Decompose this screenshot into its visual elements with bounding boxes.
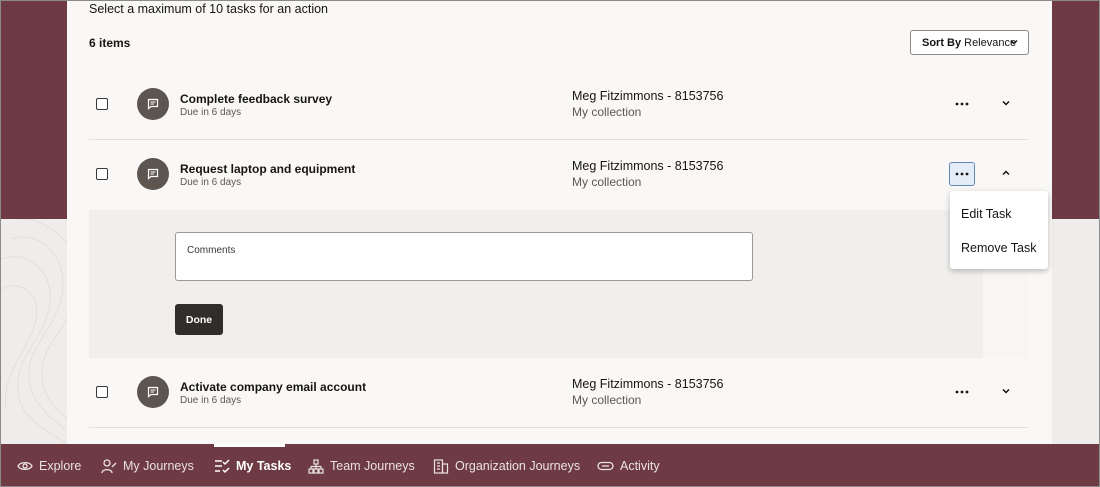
item-count: 6 items bbox=[89, 36, 131, 50]
nav-activity-label: Activity bbox=[620, 459, 660, 473]
more-icon bbox=[955, 172, 969, 176]
task-checkbox[interactable] bbox=[96, 98, 108, 110]
task-collection: My collection bbox=[572, 105, 642, 119]
chevron-down-icon bbox=[1009, 37, 1019, 50]
task-detail-panel: Comments Done bbox=[89, 210, 983, 358]
more-actions-button[interactable] bbox=[949, 162, 975, 186]
chevron-down-icon bbox=[1002, 388, 1010, 394]
task-due: Due in 6 days bbox=[180, 177, 242, 188]
task-actions-menu: Edit Task Remove Task bbox=[950, 191, 1048, 269]
chevron-up-icon bbox=[1002, 170, 1010, 176]
task-title[interactable]: Complete feedback survey bbox=[180, 92, 332, 106]
more-actions-button[interactable] bbox=[949, 92, 975, 116]
edit-task-menu-item[interactable]: Edit Task bbox=[961, 207, 1012, 221]
comments-label: Comments bbox=[187, 245, 236, 256]
task-collection: My collection bbox=[572, 393, 642, 407]
org-chart-icon bbox=[308, 458, 324, 474]
person-path-icon bbox=[101, 458, 117, 474]
active-tab-indicator bbox=[214, 444, 285, 447]
more-icon bbox=[955, 102, 969, 106]
more-actions-button[interactable] bbox=[949, 380, 975, 404]
nav-my-journeys-label: My Journeys bbox=[123, 459, 194, 473]
nav-activity[interactable]: Activity bbox=[597, 444, 660, 486]
done-button[interactable]: Done bbox=[175, 304, 223, 335]
nav-organization-journeys-label: Organization Journeys bbox=[455, 459, 581, 473]
task-assignee: Meg Fitzimmons - 8153756 bbox=[572, 159, 724, 173]
selection-hint: Select a maximum of 10 tasks for an acti… bbox=[89, 2, 328, 16]
expand-row-button[interactable] bbox=[997, 382, 1015, 400]
nav-organization-journeys[interactable]: Organization Journeys bbox=[433, 444, 581, 486]
nav-team-journeys-label: Team Journeys bbox=[330, 459, 415, 473]
task-row[interactable]: Activate company email account Due in 6 … bbox=[89, 358, 1028, 428]
task-row[interactable]: Complete feedback survey Due in 6 days M… bbox=[89, 70, 1028, 140]
nav-explore[interactable]: Explore bbox=[17, 444, 82, 486]
app-window: Select a maximum of 10 tasks for an acti… bbox=[0, 0, 1100, 487]
nav-my-tasks[interactable]: My Tasks bbox=[214, 444, 292, 486]
nav-my-journeys[interactable]: My Journeys bbox=[101, 444, 194, 486]
checklist-icon bbox=[214, 458, 230, 474]
collapse-row-button[interactable] bbox=[997, 164, 1015, 182]
task-row[interactable]: Request laptop and equipment Due in 6 da… bbox=[89, 140, 1028, 210]
task-due: Due in 6 days bbox=[180, 107, 242, 118]
remove-task-menu-item[interactable]: Remove Task bbox=[961, 241, 1037, 255]
nav-explore-label: Explore bbox=[39, 459, 82, 473]
comment-icon bbox=[137, 158, 169, 190]
task-checkbox[interactable] bbox=[96, 168, 108, 180]
task-assignee: Meg Fitzimmons - 8153756 bbox=[572, 89, 724, 103]
building-icon bbox=[433, 458, 449, 474]
task-title[interactable]: Activate company email account bbox=[180, 380, 366, 394]
chevron-down-icon bbox=[1002, 100, 1010, 106]
task-checkbox[interactable] bbox=[96, 386, 108, 398]
eye-icon bbox=[17, 460, 33, 472]
sort-label: Sort By bbox=[922, 36, 962, 49]
task-title[interactable]: Request laptop and equipment bbox=[180, 162, 355, 176]
nav-team-journeys[interactable]: Team Journeys bbox=[308, 444, 415, 486]
comments-field[interactable]: Comments bbox=[175, 232, 753, 281]
sort-dropdown[interactable]: Sort By Relevance bbox=[910, 30, 1029, 55]
comment-icon bbox=[137, 376, 169, 408]
task-due: Due in 6 days bbox=[180, 395, 242, 406]
link-icon bbox=[597, 461, 614, 471]
task-collection: My collection bbox=[572, 175, 642, 189]
comment-icon bbox=[137, 88, 169, 120]
more-icon bbox=[955, 390, 969, 394]
expand-row-button[interactable] bbox=[997, 94, 1015, 112]
nav-my-tasks-label: My Tasks bbox=[236, 459, 292, 473]
bottom-navigation: Explore My Journeys My Tasks Team Journe… bbox=[1, 444, 1099, 486]
task-assignee: Meg Fitzimmons - 8153756 bbox=[572, 377, 724, 391]
